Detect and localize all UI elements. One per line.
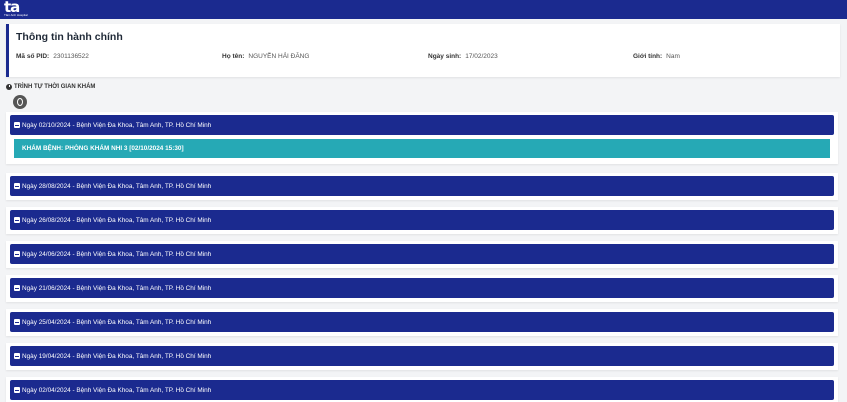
- visit-date-label: Ngày 28/08/2024 - Bệnh Viện Đa Khoa, Tâm…: [22, 182, 212, 190]
- name-value: NGUYỄN HẢI ĐĂNG: [248, 53, 310, 60]
- dob-value: 17/02/2023: [465, 53, 498, 60]
- timeline-heading: TRÌNH TỰ THỜI GIAN KHÁM: [6, 84, 95, 90]
- visit-header[interactable]: Ngày 25/04/2024 - Bệnh Viện Đa Khoa, Tâm…: [10, 312, 834, 332]
- visit-date-label: Ngày 26/08/2024 - Bệnh Viện Đa Khoa, Tâm…: [22, 216, 212, 224]
- gender-label: Giới tính:: [633, 53, 663, 60]
- calendar-check-icon: [14, 353, 20, 359]
- visit-date-label: Ngày 02/04/2024 - Bệnh Viện Đa Khoa, Tâm…: [22, 386, 212, 394]
- visit-card: Ngày 19/04/2024 - Bệnh Viện Đa Khoa, Tâm…: [6, 343, 838, 370]
- logo-mark: ta: [4, 0, 20, 16]
- visit-date-label: Ngày 25/04/2024 - Bệnh Viện Đa Khoa, Tâm…: [22, 318, 212, 326]
- visit-header[interactable]: Ngày 24/06/2024 - Bệnh Viện Đa Khoa, Tâm…: [10, 244, 834, 264]
- timeline-marker-icon: [13, 95, 27, 109]
- visit-card: Ngày 02/04/2024 - Bệnh Viện Đa Khoa, Tâm…: [6, 377, 838, 402]
- calendar-check-icon: [14, 319, 20, 325]
- visit-header[interactable]: Ngày 02/04/2024 - Bệnh Viện Đa Khoa, Tâm…: [10, 380, 834, 400]
- visit-header[interactable]: Ngày 28/08/2024 - Bệnh Viện Đa Khoa, Tâm…: [10, 176, 834, 196]
- patient-info-title: Thông tin hành chính: [16, 31, 123, 43]
- pid-label: Mã số PID:: [16, 53, 50, 60]
- clock-icon: [6, 84, 12, 90]
- gender-field: Giới tính: Nam: [633, 53, 680, 60]
- gender-value: Nam: [666, 53, 680, 60]
- visit-card: Ngày 25/04/2024 - Bệnh Viện Đa Khoa, Tâm…: [6, 309, 838, 336]
- top-navbar: ta Tâm Anh Hospital: [0, 0, 847, 19]
- hospital-logo[interactable]: ta Tâm Anh Hospital: [4, 0, 36, 19]
- dob-field: Ngày sinh: 17/02/2023: [428, 53, 498, 60]
- pid-value: 2301136522: [53, 53, 89, 60]
- calendar-check-icon: [14, 122, 20, 128]
- visit-header[interactable]: Ngày 26/08/2024 - Bệnh Viện Đa Khoa, Tâm…: [10, 210, 834, 230]
- visit-date-label: Ngày 19/04/2024 - Bệnh Viện Đa Khoa, Tâm…: [22, 352, 212, 360]
- timeline-heading-text: TRÌNH TỰ THỜI GIAN KHÁM: [14, 84, 96, 90]
- calendar-check-icon: [14, 285, 20, 291]
- visit-date-label: Ngày 02/10/2024 - Bệnh Viện Đa Khoa, Tâm…: [22, 121, 212, 129]
- calendar-check-icon: [14, 217, 20, 223]
- name-label: Họ tên:: [222, 53, 245, 60]
- visit-card: Ngày 28/08/2024 - Bệnh Viện Đa Khoa, Tâm…: [6, 173, 838, 200]
- pid-field: Mã số PID: 2301136522: [16, 53, 89, 60]
- calendar-check-icon: [14, 251, 20, 257]
- visit-header[interactable]: Ngày 02/10/2024 - Bệnh Viện Đa Khoa, Tâm…: [10, 115, 834, 135]
- patient-info-card: Thông tin hành chính Mã số PID: 230113652…: [6, 24, 840, 77]
- visit-card: Ngày 26/08/2024 - Bệnh Viện Đa Khoa, Tâm…: [6, 207, 838, 234]
- name-field: Họ tên: NGUYỄN HẢI ĐĂNG: [222, 53, 309, 60]
- visit-header[interactable]: Ngày 21/06/2024 - Bệnh Viện Đa Khoa, Tâm…: [10, 278, 834, 298]
- dob-label: Ngày sinh:: [428, 53, 462, 60]
- visit-header[interactable]: Ngày 19/04/2024 - Bệnh Viện Đa Khoa, Tâm…: [10, 346, 834, 366]
- visit-date-label: Ngày 24/06/2024 - Bệnh Viện Đa Khoa, Tâm…: [22, 250, 212, 258]
- visit-card: Ngày 24/06/2024 - Bệnh Viện Đa Khoa, Tâm…: [6, 241, 838, 268]
- visit-date-label: Ngày 21/06/2024 - Bệnh Viện Đa Khoa, Tâm…: [22, 284, 212, 292]
- calendar-check-icon: [14, 183, 20, 189]
- calendar-check-icon: [14, 387, 20, 393]
- visit-detail[interactable]: KHÁM BỆNH: PHÒNG KHÁM NHI 3 [02/10/2024 …: [14, 139, 830, 158]
- logo-subtitle: Tâm Anh Hospital: [4, 13, 28, 17]
- visit-card: Ngày 02/10/2024 - Bệnh Viện Đa Khoa, Tâm…: [6, 112, 838, 164]
- visit-detail-label: KHÁM BỆNH: PHÒNG KHÁM NHI 3 [02/10/2024 …: [22, 145, 184, 152]
- visit-card: Ngày 21/06/2024 - Bệnh Viện Đa Khoa, Tâm…: [6, 275, 838, 302]
